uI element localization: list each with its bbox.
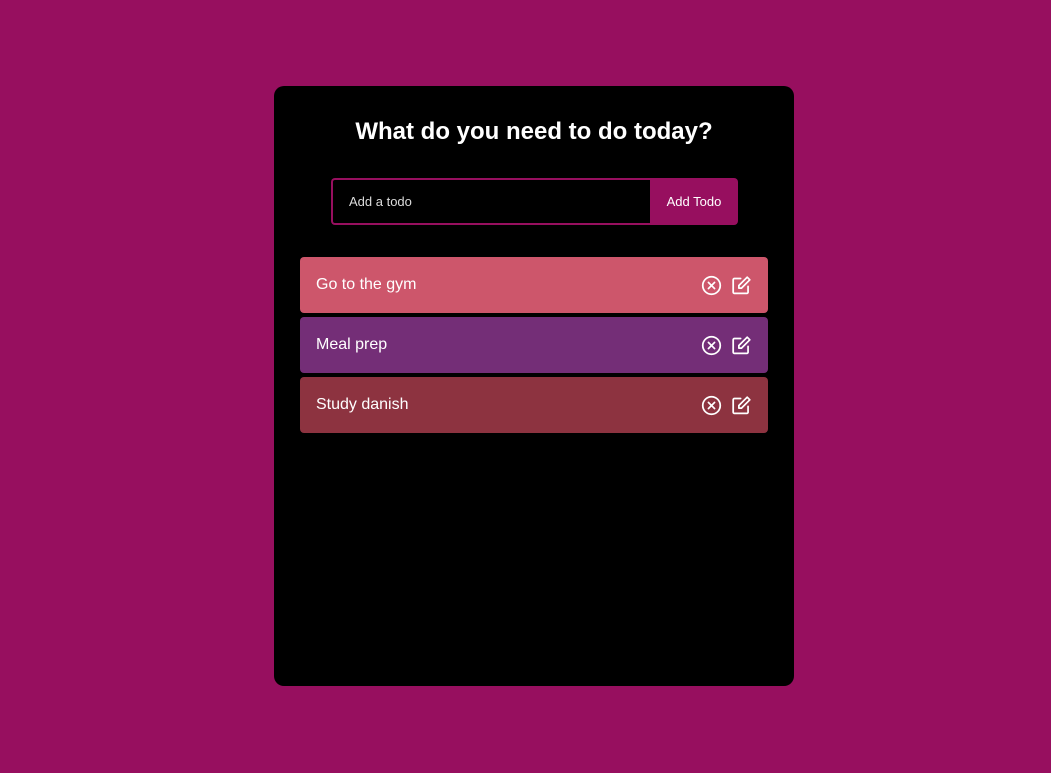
todo-text[interactable]: Study danish (316, 396, 409, 414)
todo-actions (701, 335, 752, 356)
todo-item: Go to the gym (300, 257, 768, 313)
todo-text[interactable]: Go to the gym (316, 276, 417, 294)
todo-actions (701, 275, 752, 296)
todo-input[interactable] (331, 178, 650, 225)
todo-form: Add Todo (331, 178, 738, 225)
todo-item: Meal prep (300, 317, 768, 373)
close-circle-icon[interactable] (701, 275, 722, 296)
add-todo-button[interactable]: Add Todo (650, 178, 738, 225)
todo-actions (701, 395, 752, 416)
close-circle-icon[interactable] (701, 395, 722, 416)
todo-text[interactable]: Meal prep (316, 336, 387, 354)
edit-icon[interactable] (731, 395, 752, 416)
close-circle-icon[interactable] (701, 335, 722, 356)
todo-list: Go to the gym Meal prep Study danish (300, 257, 768, 437)
page-title: What do you need to do today? (355, 118, 713, 145)
todo-item: Study danish (300, 377, 768, 433)
edit-icon[interactable] (731, 275, 752, 296)
edit-icon[interactable] (731, 335, 752, 356)
todo-app: What do you need to do today? Add Todo G… (274, 86, 794, 686)
